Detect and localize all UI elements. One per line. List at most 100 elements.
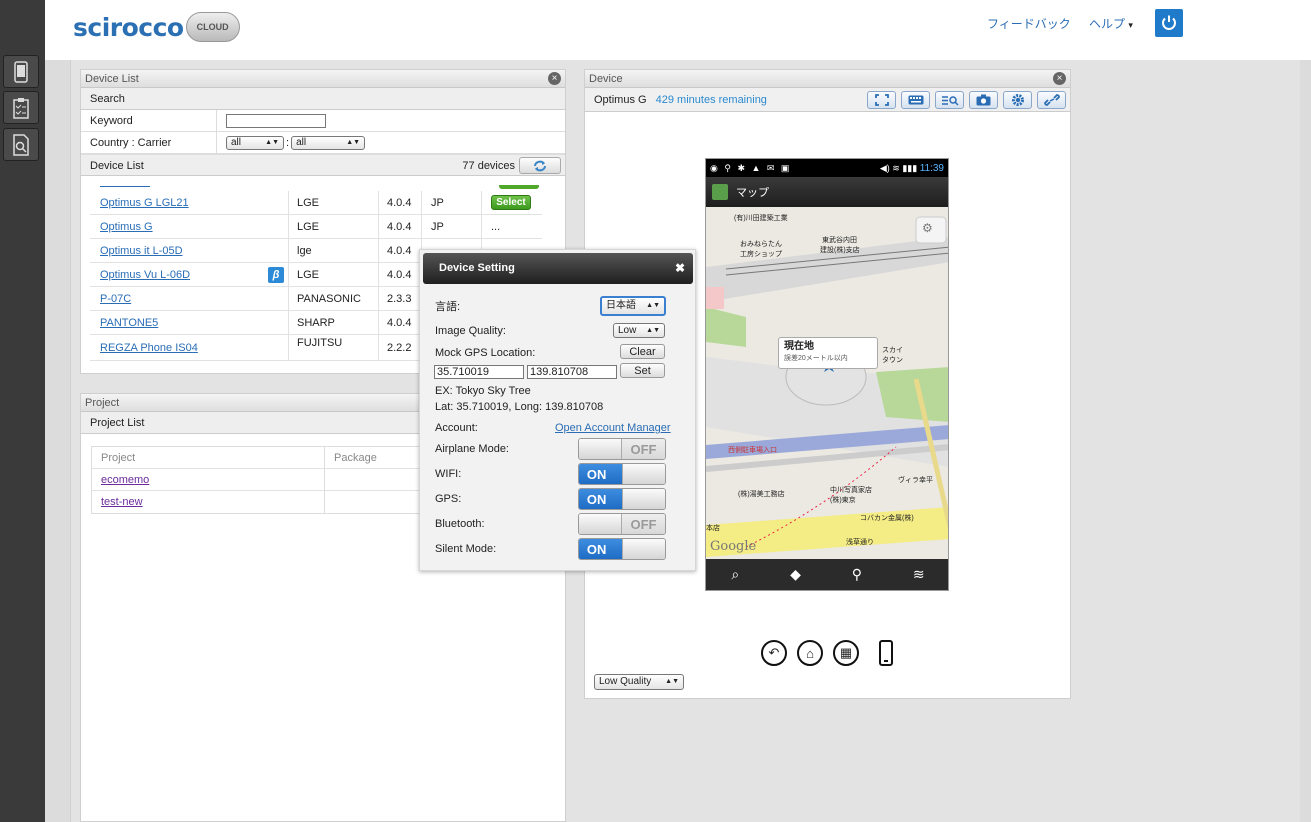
screenshot-button[interactable] [969,91,998,109]
updown-arrow-icon: ▲▼ [646,326,660,334]
device-link[interactable]: Optimus G [100,221,153,233]
airplane-mode-toggle[interactable]: OFF [578,438,666,460]
language-select[interactable]: 日本語 ▲▼ [600,296,666,316]
callout-title: 現在地 [784,341,814,352]
os-version-cell: 2.3.3 [379,287,422,310]
refresh-icon [534,160,546,171]
document-search-icon[interactable] [3,128,39,161]
toggle-knob [579,514,623,534]
device-link[interactable]: Optimus Vu L-06D [100,269,190,281]
map-label: スカイ [882,347,903,354]
map-label: おみねらたん [740,241,782,248]
carrier-select[interactable]: all ▲▼ [291,135,366,150]
refresh-button[interactable] [519,157,561,174]
project-cell: test-new [92,491,325,513]
settings-button[interactable] [1003,91,1032,109]
country-select[interactable]: all ▲▼ [226,135,284,150]
logo-cloud-badge: CLOUD [185,12,240,42]
updown-arrow-icon: ▲▼ [265,138,279,146]
project-link[interactable]: test-new [101,496,143,508]
directions-icon[interactable]: ◆ [790,566,801,583]
open-account-manager-link[interactable]: Open Account Manager [555,422,671,434]
search-icon[interactable]: ⌕ [731,566,739,583]
project-link[interactable]: ecomemo [101,474,149,486]
keyboard-button[interactable] [901,91,930,109]
disconnect-button[interactable] [1037,91,1066,109]
power-icon [1162,15,1176,30]
maps-app-icon [712,184,728,200]
device-link[interactable]: Optimus it L-05D [100,245,183,257]
status-system-icons: ◀) ≋ ▮▮▮ 11:39 [880,163,944,174]
feedback-link[interactable]: フィードバック [987,15,1071,32]
clear-gps-button[interactable]: Clear [620,344,665,359]
clipboard-icon[interactable] [3,91,39,124]
apps-grid-icon[interactable]: ▦ [833,640,859,666]
wifi-toggle[interactable]: ON [578,463,666,485]
project-cell: ecomemo [92,469,325,490]
search-label: Search [90,93,125,105]
close-icon[interactable]: ✖ [675,253,685,284]
device-name-cell: REGZA Phone IS04 [90,335,289,360]
device-panel-header: Device × [585,70,1070,88]
longitude-input[interactable]: 139.810708 [527,365,617,379]
image-quality-value: Low [618,324,637,336]
device-name-cell: Optimus G [90,215,289,238]
country-carrier-value-cell: all ▲▼ : all ▲▼ [217,132,366,153]
log-button[interactable] [935,91,964,109]
location-pin-icon[interactable]: ⚲ [852,566,862,583]
map-label: 工房ショップ [740,251,782,258]
bluetooth-toggle[interactable]: OFF [578,513,666,535]
device-nav-buttons: ↶ ⌂ ▦ [761,640,893,666]
logout-power-button[interactable] [1155,9,1183,37]
map-graphic [706,207,948,561]
toggle-state: ON [579,539,623,559]
account-label: Account: [435,422,478,434]
device-link[interactable]: P-07C [100,293,131,305]
home-icon[interactable]: ⌂ [797,640,823,666]
updown-arrow-icon: ▲▼ [646,302,660,309]
gps-toggle[interactable]: ON [578,488,666,510]
help-menu[interactable]: ヘルプ ▾ [1089,15,1133,32]
left-rail [0,0,45,822]
phone-screen[interactable]: ◉ ⚲ ✱ ▲ ✉ ▣ ◀) ≋ ▮▮▮ 11:39 マップ (有)川田建築工業… [705,158,949,591]
image-quality-label: Image Quality: [435,325,506,337]
back-icon[interactable]: ↶ [761,640,787,666]
country-select-value: all [231,136,242,148]
layers-icon[interactable]: ≋ [913,566,925,583]
maps-app-title: マップ [736,187,769,199]
phone-icon[interactable] [3,55,39,88]
device-setting-dialog: Device Setting ✖ 言語: 日本語 ▲▼ Image Qualit… [419,249,696,571]
map-label: コバカン金属(株) [860,515,914,522]
close-icon[interactable]: × [548,72,561,85]
rotate-device-icon[interactable] [879,640,893,666]
gps-example-coords: Lat: 35.710019, Long: 139.810708 [435,401,604,413]
silent-mode-toggle[interactable]: ON [578,538,666,560]
os-version-cell: 4.0.4 [379,311,422,334]
image-quality-select[interactable]: Low ▲▼ [613,323,665,338]
select-device-button[interactable]: Select [491,195,531,210]
device-count: 77 devices [462,160,515,172]
map-settings-icon[interactable]: ⚙ [922,221,933,235]
toggle-knob [622,464,665,484]
keyword-input[interactable] [226,113,326,128]
fullscreen-button[interactable] [867,91,896,109]
current-location-callout[interactable]: 現在地 誤差20メートル以内 [778,337,878,369]
device-link[interactable]: PANTONE5 [100,317,158,329]
close-icon[interactable]: × [1053,72,1066,85]
device-link[interactable]: Optimus G LGL21 [100,197,189,209]
toggle-state: ON [579,489,623,509]
stream-quality-select[interactable]: Low Quality ▲▼ [594,674,684,690]
action-cell: Select [482,191,540,214]
country-cell: JP [422,191,482,214]
map-label: タウン [882,357,903,364]
set-gps-button[interactable]: Set [620,363,665,378]
table-row: Optimus G LGE 4.0.4 JP... [90,215,542,239]
map-view[interactable]: (有)川田建築工業 東武谷内田 建設(株)支店 おみねらたん 工房ショップ スカ… [706,207,948,561]
map-label: 建設(株)支店 [820,247,860,254]
maker-cell: SHARP [289,311,379,334]
device-name-cell: Optimus G LGL21 [90,191,289,214]
updown-arrow-icon: ▲▼ [346,138,361,146]
device-link[interactable]: REGZA Phone IS04 [100,342,198,354]
map-label: 本店 [706,525,720,532]
latitude-input[interactable]: 35.710019 [434,365,524,379]
